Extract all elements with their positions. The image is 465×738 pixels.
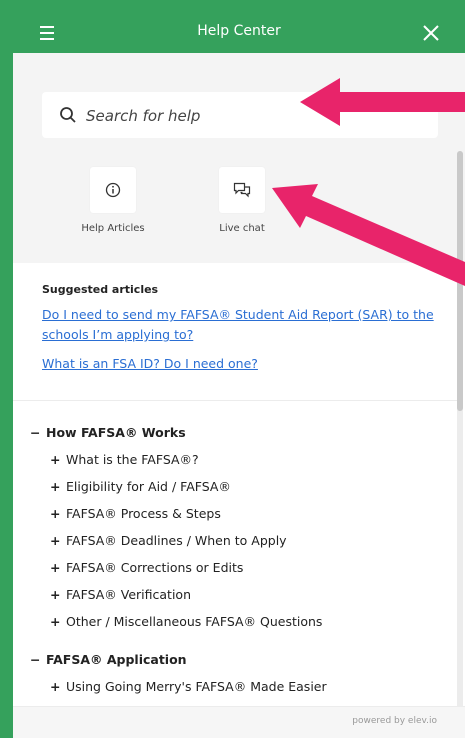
subcategory-item[interactable]: + FAFSA® Corrections or Edits	[50, 560, 243, 575]
category-how-fafsa-works[interactable]: − How FAFSA® Works	[30, 425, 186, 440]
suggested-articles-heading: Suggested articles	[42, 283, 159, 296]
collapse-icon: −	[30, 425, 41, 440]
expand-icon: +	[50, 452, 61, 467]
expand-icon: +	[50, 533, 61, 548]
search-area: Help Articles Live chat	[13, 53, 465, 263]
subcategory-label: FAFSA® Verification	[66, 587, 191, 602]
expand-icon: +	[50, 560, 61, 575]
search-icon	[60, 107, 76, 123]
collapse-icon: −	[30, 652, 41, 667]
info-icon	[105, 182, 121, 198]
search-box[interactable]	[42, 92, 438, 138]
subcategory-item[interactable]: + FAFSA® Verification	[50, 587, 191, 602]
subcategory-item[interactable]: + FAFSA® Process & Steps	[50, 506, 221, 521]
subcategory-label: Eligibility for Aid / FAFSA®	[66, 479, 231, 494]
subcategory-label: FAFSA® Process & Steps	[66, 506, 221, 521]
expand-icon: +	[50, 587, 61, 602]
powered-by-text: powered by elev.io	[352, 716, 437, 726]
category-label: How FAFSA® Works	[46, 425, 186, 440]
expand-icon: +	[50, 506, 61, 521]
help-articles-button[interactable]: Help Articles	[58, 167, 168, 234]
subcategory-label: Other / Miscellaneous FAFSA® Questions	[66, 614, 323, 629]
footer-bar: powered by elev.io	[13, 706, 465, 738]
chat-icon	[233, 182, 251, 198]
suggested-article-link[interactable]: What is an FSA ID? Do I need one?	[42, 354, 442, 374]
expand-icon: +	[50, 614, 61, 629]
search-input[interactable]	[84, 102, 428, 130]
subcategory-item[interactable]: + Other / Miscellaneous FAFSA® Questions	[50, 614, 322, 629]
subcategory-label: What is the FAFSA®?	[66, 452, 199, 467]
subcategory-item[interactable]: + Using Going Merry's FAFSA® Made Easier	[50, 679, 327, 694]
category-label: FAFSA® Application	[46, 652, 187, 667]
live-chat-button[interactable]: Live chat	[187, 167, 297, 234]
scrollbar-thumb[interactable]	[457, 151, 463, 411]
expand-icon: +	[50, 479, 61, 494]
subcategory-label: Using Going Merry's FAFSA® Made Easier	[66, 679, 327, 694]
suggested-article-link[interactable]: Do I need to send my FAFSA® Student Aid …	[42, 305, 442, 345]
subcategory-item[interactable]: + FAFSA® Deadlines / When to Apply	[50, 533, 287, 548]
live-chat-tile[interactable]	[219, 167, 265, 213]
help-articles-label: Help Articles	[81, 223, 145, 234]
help-articles-tile[interactable]	[90, 167, 136, 213]
subcategory-item[interactable]: + Eligibility for Aid / FAFSA®	[50, 479, 231, 494]
scrollbar[interactable]	[457, 151, 463, 711]
page-title: Help Center	[197, 23, 281, 39]
expand-icon: +	[50, 679, 61, 694]
divider	[13, 400, 457, 401]
live-chat-label: Live chat	[219, 223, 265, 234]
header-bar: Help Center	[13, 13, 465, 53]
category-fafsa-application[interactable]: − FAFSA® Application	[30, 652, 187, 667]
close-icon[interactable]	[422, 24, 440, 42]
help-center-panel: Help Center Help Articles	[13, 13, 465, 738]
subcategory-label: FAFSA® Corrections or Edits	[66, 560, 244, 575]
subcategory-label: FAFSA® Deadlines / When to Apply	[66, 533, 287, 548]
subcategory-item[interactable]: + What is the FAFSA®?	[50, 452, 199, 467]
